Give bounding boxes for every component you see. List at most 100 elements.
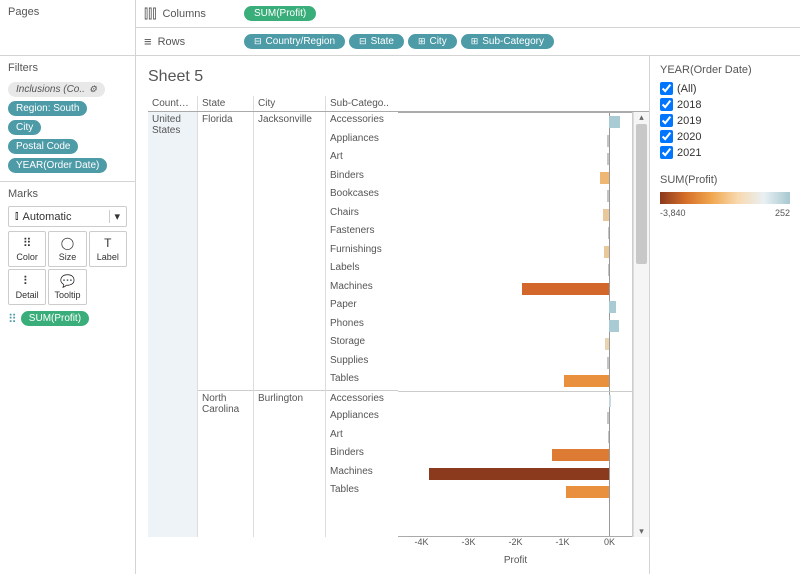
checkbox-input[interactable] — [660, 146, 673, 159]
marks-detail-button[interactable]: ⠇Detail — [8, 269, 46, 305]
bar[interactable] — [429, 468, 609, 480]
header-country[interactable]: Count⊟/Re.. — [148, 96, 198, 111]
header-state[interactable]: State — [198, 96, 254, 111]
subcat-cell[interactable]: Binders — [326, 168, 398, 187]
subcat-cell[interactable]: Machines — [326, 279, 398, 298]
marks-color-pill[interactable]: SUM(Profit) — [21, 311, 89, 326]
subcat-cell[interactable]: Supplies — [326, 353, 398, 372]
bar[interactable] — [608, 264, 609, 276]
marks-label-button[interactable]: TLabel — [89, 231, 127, 267]
subcat-cell[interactable]: Accessories — [326, 390, 398, 409]
header-subcat[interactable]: Sub-Catego.. — [326, 96, 398, 111]
country-cell[interactable]: United States — [148, 112, 197, 501]
bar[interactable] — [608, 227, 609, 239]
state-cell[interactable]: North Carolina — [198, 390, 253, 501]
state-cell[interactable]: Florida — [198, 112, 253, 390]
marks-color-button[interactable]: ⠿Color — [8, 231, 46, 267]
pages-title: Pages — [8, 6, 127, 18]
bar[interactable] — [600, 172, 608, 184]
checkbox-input[interactable] — [660, 98, 673, 111]
filter-pill[interactable]: Postal Code — [8, 139, 78, 154]
subcat-cell[interactable]: Accessories — [326, 112, 398, 131]
shelf-pill[interactable]: ⊟Country/Region — [244, 34, 345, 49]
bar[interactable] — [608, 431, 609, 443]
main-area: ⫿⫿⫿Columns SUM(Profit) ≡Rows ⊟Country/Re… — [136, 0, 800, 574]
bar[interactable] — [564, 375, 608, 387]
year-checkbox[interactable]: 2021 — [660, 146, 790, 159]
subcat-cell[interactable]: Bookcases — [326, 186, 398, 205]
sheet-title: Sheet 5 — [148, 68, 649, 86]
bar[interactable] — [607, 412, 609, 424]
vertical-scrollbar[interactable]: ▴▾ — [633, 112, 649, 537]
bar[interactable] — [607, 357, 608, 369]
subcat-cell[interactable]: Binders — [326, 445, 398, 464]
year-checkbox[interactable]: 2020 — [660, 130, 790, 143]
bar-row — [398, 354, 632, 373]
shelf-pill[interactable]: ⊟State — [349, 34, 404, 49]
bar-row — [398, 280, 632, 299]
subcat-cell[interactable]: Tables — [326, 371, 398, 390]
filters-shelf: Filters Inclusions (Co..⚙Region: SouthCi… — [0, 56, 135, 182]
bar[interactable] — [609, 301, 616, 313]
filter-pill[interactable]: City — [8, 120, 41, 135]
bar[interactable] — [603, 209, 609, 221]
subcat-cell[interactable]: Phones — [326, 316, 398, 335]
bar[interactable] — [607, 190, 609, 202]
marks-size-button[interactable]: ◯Size — [48, 231, 86, 267]
year-checkbox[interactable]: 2018 — [660, 98, 790, 111]
scroll-up-icon[interactable]: ▴ — [634, 112, 649, 123]
checkbox-input[interactable] — [660, 82, 673, 95]
year-checkbox[interactable]: (All) — [660, 82, 790, 95]
marks-tooltip-button[interactable]: 💬Tooltip — [48, 269, 86, 305]
bar-row — [398, 206, 632, 225]
subcat-cell[interactable]: Tables — [326, 482, 398, 501]
bar[interactable] — [522, 283, 609, 295]
color-dots-icon: ⠿ — [8, 312, 17, 326]
subcat-cell[interactable]: Paper — [326, 297, 398, 316]
subcat-cell[interactable]: Labels — [326, 260, 398, 279]
marks-type-label: Automatic — [23, 211, 72, 223]
color-icon: ⠿ — [11, 236, 43, 250]
city-cell[interactable]: Burlington — [254, 390, 325, 501]
bar-row — [398, 169, 632, 188]
marks-type-dropdown[interactable]: ⫾ Automatic ▾ — [8, 206, 127, 227]
shelf-pill[interactable]: ⊞Sub-Category — [461, 34, 554, 49]
filter-pill[interactable]: YEAR(Order Date) — [8, 158, 107, 173]
shelf-pill[interactable]: ⊞City — [408, 34, 457, 49]
checkbox-input[interactable] — [660, 114, 673, 127]
checkbox-input[interactable] — [660, 130, 673, 143]
subcat-cell[interactable]: Appliances — [326, 131, 398, 150]
columns-shelf[interactable]: ⫿⫿⫿Columns SUM(Profit) — [136, 0, 800, 28]
subcat-cell[interactable]: Machines — [326, 464, 398, 483]
subcat-cell[interactable]: Furnishings — [326, 242, 398, 261]
bar[interactable] — [607, 135, 609, 147]
bar-row — [398, 132, 632, 151]
subcat-cell[interactable]: Chairs — [326, 205, 398, 224]
rows-shelf[interactable]: ≡Rows ⊟Country/Region⊟State⊞City⊞Sub-Cat… — [136, 28, 800, 56]
subcat-cell[interactable]: Art — [326, 149, 398, 168]
bar[interactable] — [607, 153, 608, 165]
year-label: 2020 — [677, 131, 701, 143]
scroll-thumb[interactable] — [636, 124, 647, 264]
bar[interactable] — [605, 338, 609, 350]
bar[interactable] — [609, 320, 619, 332]
bar[interactable] — [609, 395, 612, 407]
filter-pill[interactable]: Inclusions (Co..⚙ — [8, 82, 105, 97]
subcat-cell[interactable]: Fasteners — [326, 223, 398, 242]
city-cell[interactable]: Jacksonville — [254, 112, 325, 390]
header-city[interactable]: City — [254, 96, 326, 111]
bar[interactable] — [609, 116, 621, 128]
bar[interactable] — [604, 246, 609, 258]
color-legend-bar[interactable] — [660, 192, 790, 204]
bar-row — [398, 391, 632, 410]
filter-pill[interactable]: Region: South — [8, 101, 87, 116]
scroll-down-icon[interactable]: ▾ — [634, 526, 649, 537]
year-checkbox[interactable]: 2019 — [660, 114, 790, 127]
pages-shelf[interactable]: Pages — [0, 0, 135, 56]
bar[interactable] — [566, 486, 608, 498]
subcat-cell[interactable]: Art — [326, 427, 398, 446]
subcat-cell[interactable]: Storage — [326, 334, 398, 353]
shelf-pill[interactable]: SUM(Profit) — [244, 6, 316, 21]
bar[interactable] — [552, 449, 608, 461]
subcat-cell[interactable]: Appliances — [326, 408, 398, 427]
